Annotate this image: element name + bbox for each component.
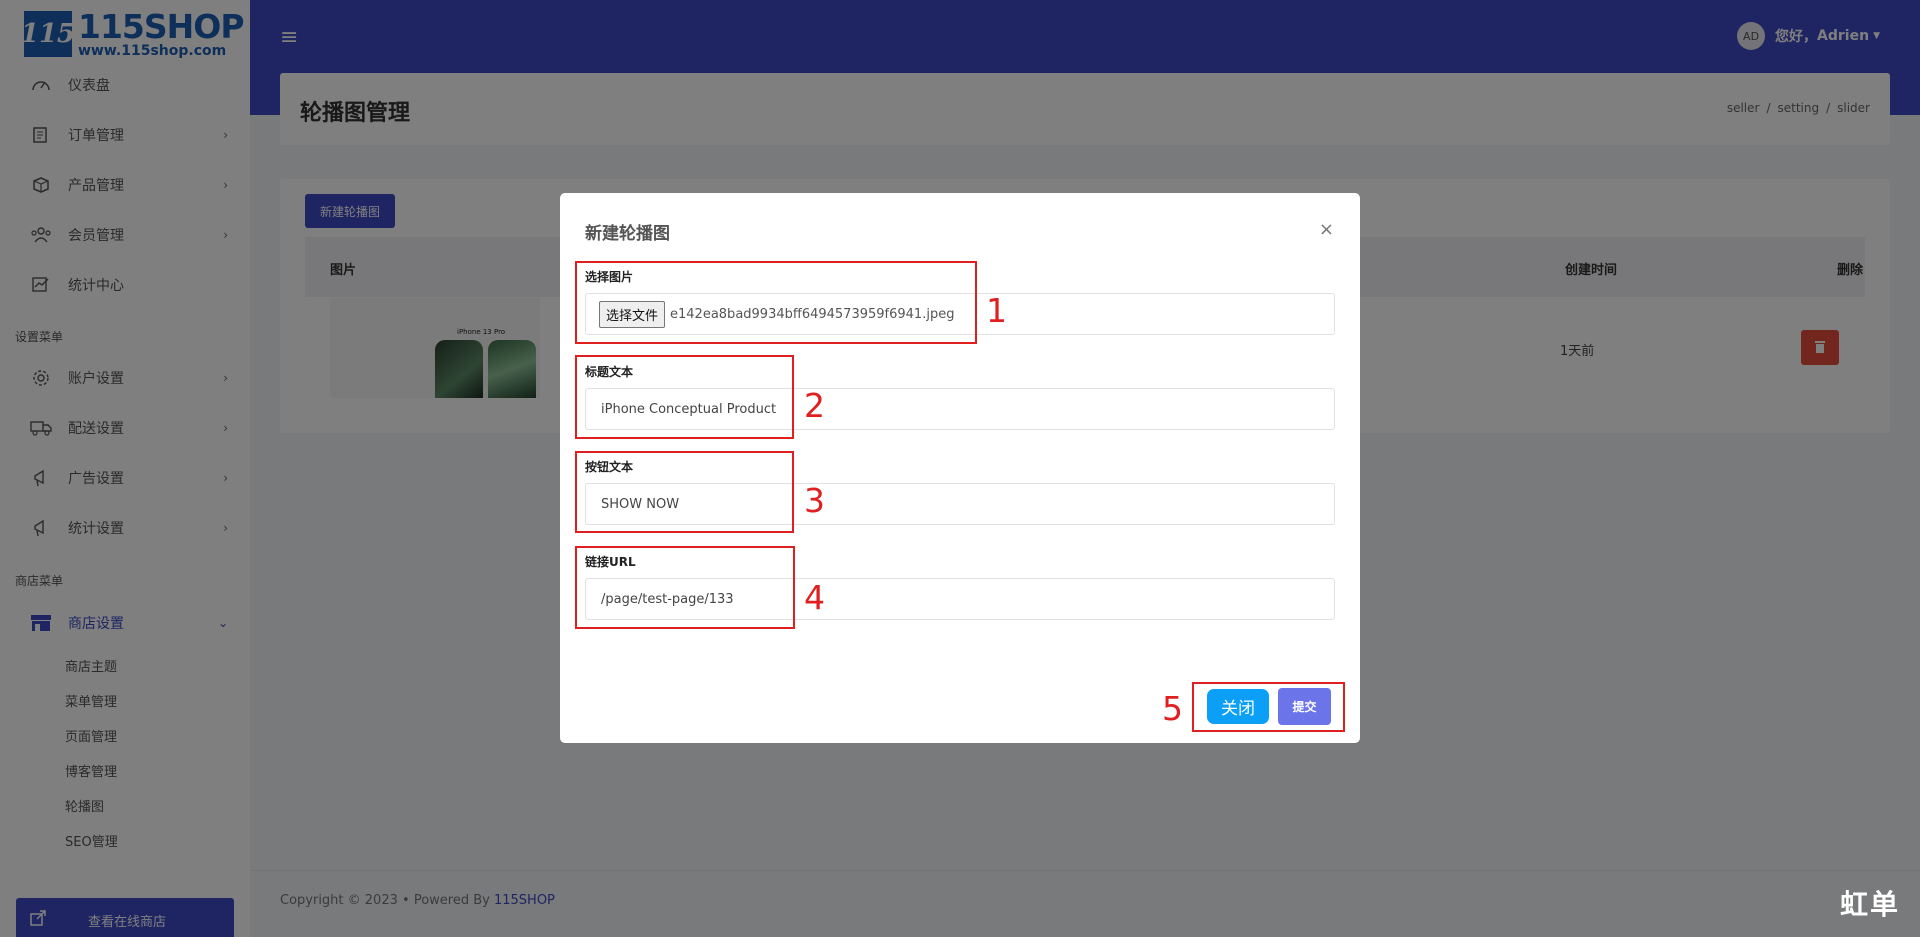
close-icon[interactable]: × [1319,219,1334,240]
modal-title: 新建轮播图 [585,224,670,244]
annotation-box-4 [575,546,795,629]
annotation-number-2: 2 [804,386,825,425]
annotation-number-5: 5 [1162,689,1183,728]
watermark: 虹单 [1839,888,1900,921]
annotation-box-2 [575,355,794,439]
annotation-number-4: 4 [804,578,825,617]
annotation-box-3 [575,451,794,533]
annotation-number-1: 1 [986,291,1007,330]
annotation-box-5 [1192,682,1345,732]
annotation-number-3: 3 [804,481,825,520]
annotation-box-1 [575,261,977,344]
